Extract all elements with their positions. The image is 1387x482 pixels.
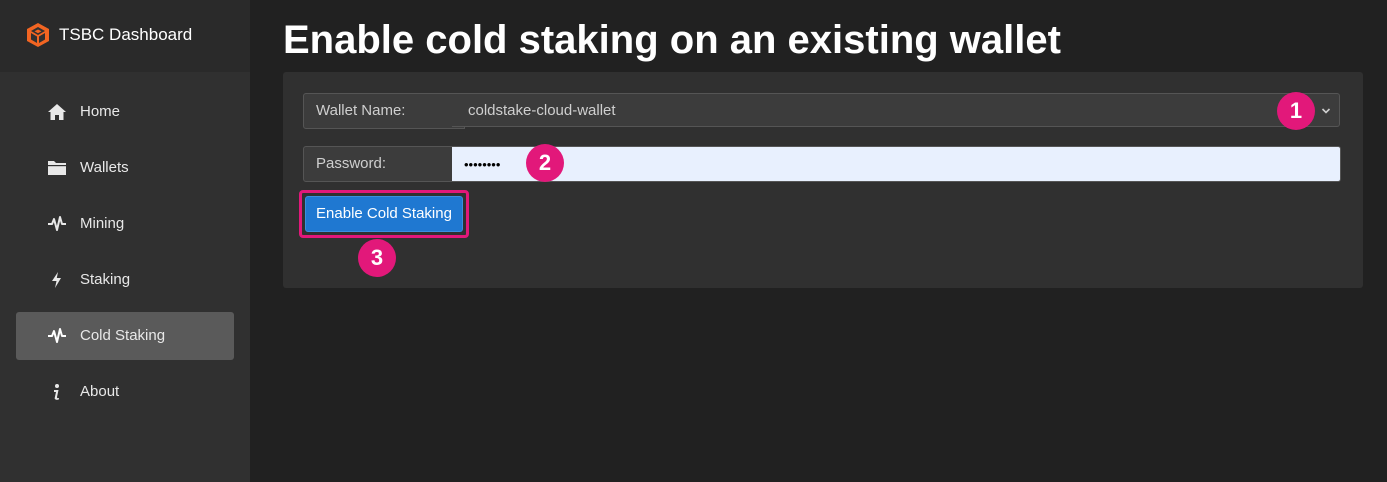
sidebar-item-label: Home xyxy=(80,103,121,120)
sidebar-item-label: Mining xyxy=(80,215,125,232)
home-icon xyxy=(48,104,66,120)
wallet-name-selected-value: coldstake-cloud-wallet xyxy=(468,102,616,119)
enable-cold-staking-button[interactable]: Enable Cold Staking xyxy=(305,196,463,232)
step-marker-1: 1 xyxy=(1277,92,1315,130)
cube-logo-icon xyxy=(27,23,49,47)
page-title: Enable cold staking on an existing walle… xyxy=(283,18,1061,62)
cold-staking-form-card: Wallet Name: coldstake-cloud-wallet Pass… xyxy=(283,72,1363,288)
folder-icon xyxy=(48,161,66,175)
sidebar-item-label: About xyxy=(80,383,120,400)
pulse-icon xyxy=(48,216,66,231)
wallet-name-label: Wallet Name: xyxy=(303,93,465,129)
sidebar-item-label: Wallets xyxy=(80,159,129,176)
password-row: Password: •••••••• xyxy=(303,146,1341,182)
sidebar-item-home[interactable]: Home xyxy=(16,88,234,136)
step-marker-2: 2 xyxy=(526,144,564,182)
info-icon xyxy=(54,384,59,400)
sidebar-item-wallets[interactable]: Wallets xyxy=(16,144,234,192)
step-marker-3: 3 xyxy=(358,239,396,277)
submit-highlight: Enable Cold Staking xyxy=(299,190,469,238)
sidebar-item-staking[interactable]: Staking xyxy=(16,256,234,304)
lightning-icon xyxy=(52,272,61,288)
app-window: TSBC Dashboard Home Wallets Mining Staki… xyxy=(0,0,1387,482)
sidebar-item-label: Cold Staking xyxy=(80,327,166,344)
brand-title: TSBC Dashboard xyxy=(59,25,193,44)
sidebar-item-cold-staking[interactable]: Cold Staking xyxy=(16,312,234,360)
password-input[interactable]: •••••••• xyxy=(452,146,1341,182)
wallet-name-row: Wallet Name: coldstake-cloud-wallet xyxy=(303,93,1341,129)
sidebar: TSBC Dashboard Home Wallets Mining Staki… xyxy=(0,0,250,482)
sidebar-item-mining[interactable]: Mining xyxy=(16,200,234,248)
password-label: Password: xyxy=(303,146,465,182)
sidebar-item-label: Staking xyxy=(80,271,131,288)
brand-header[interactable]: TSBC Dashboard xyxy=(0,0,250,72)
pulse-icon xyxy=(48,328,66,343)
chevron-down-icon xyxy=(1321,108,1331,114)
wallet-name-select[interactable]: coldstake-cloud-wallet xyxy=(452,93,1340,127)
sidebar-item-about[interactable]: About xyxy=(16,368,234,416)
